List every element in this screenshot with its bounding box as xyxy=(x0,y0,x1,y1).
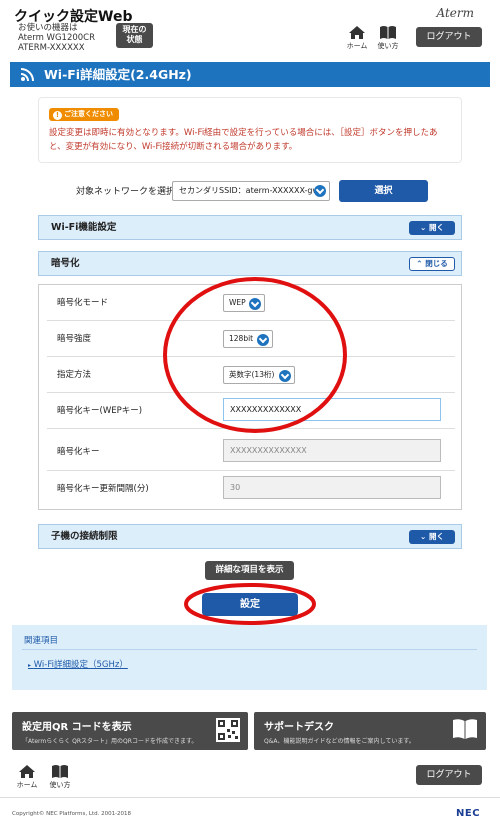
related-link-label: Wi-Fi詳細設定（5GHz） xyxy=(33,660,128,670)
support-desk-banner[interactable]: サポートデスク Q&A、機能説明ガイドなどの情報をご案内しています。 xyxy=(254,712,486,750)
encryption-mode-select[interactable]: WEP xyxy=(223,294,265,312)
encryption-key-input: XXXXXXXXXXXXXX xyxy=(223,439,441,462)
row-wep-key: 暗号化キー(WEPキー) XXXXXXXXXXXXX xyxy=(47,393,455,429)
home-nav[interactable]: ホーム xyxy=(342,25,372,51)
qr-code-subtitle: 「Atermらくらく QRスタート」用のQRコードを作成できます。 xyxy=(22,738,198,745)
section-encryption[interactable]: 暗号化 ⌃ 閉じる xyxy=(38,251,462,276)
page-title: Wi-Fi詳細設定(2.4GHz) xyxy=(44,67,192,82)
exclamation-icon: ! xyxy=(53,111,62,120)
home-icon xyxy=(19,765,35,778)
chevron-down-icon: ⌄ xyxy=(420,532,427,541)
chevron-down-icon: ⌄ xyxy=(420,223,427,232)
network-select-label: 対象ネットワークを選択 xyxy=(76,187,176,197)
section-wifi-function-title: Wi-Fi機能設定 xyxy=(51,222,117,233)
current-status-button[interactable]: 現在の 状態 xyxy=(116,23,153,48)
chevron-right-icon: ▸ xyxy=(28,662,32,669)
model-info: お使いの機器は Aterm WG1200CR ATERM-XXXXXX xyxy=(18,23,95,53)
key-format-label: 指定方法 xyxy=(57,370,92,380)
row-key-update-interval: 暗号化キー更新間隔(分) 30 xyxy=(47,471,455,507)
chevron-down-icon xyxy=(314,185,326,197)
caution-text: 設定変更は即時に有効となります。Wi-Fi経由で設定を行っている場合には、［設定… xyxy=(49,128,438,152)
key-update-interval-input: 30 xyxy=(223,476,441,499)
model-info-line3: ATERM-XXXXXX xyxy=(18,43,85,53)
network-select[interactable]: セカンダリSSID：aterm-XXXXXX-gw xyxy=(172,181,330,201)
row-encryption-strength: 暗号強度 128bit xyxy=(47,321,455,357)
key-update-interval-label: 暗号化キー更新間隔(分) xyxy=(57,484,149,494)
open-label: 開く xyxy=(428,532,444,541)
related-divider xyxy=(22,649,477,650)
key-format-select[interactable]: 英数字(13桁) xyxy=(223,366,295,384)
related-title: 関連項目 xyxy=(24,636,59,646)
book-icon xyxy=(52,765,68,778)
footer-manual-label: 使い方 xyxy=(49,781,71,789)
footer-manual-nav[interactable]: 使い方 xyxy=(45,764,75,790)
open-label: 開く xyxy=(428,223,444,232)
footer-home-nav[interactable]: ホーム xyxy=(12,764,42,790)
encryption-mode-value: WEP xyxy=(229,298,246,307)
chevron-up-icon: ⌃ xyxy=(416,259,423,268)
footer-logout-button[interactable]: ログアウト xyxy=(416,765,482,785)
section-client-limit-title: 子機の接続制限 xyxy=(51,531,118,542)
section-client-limit[interactable]: 子機の接続制限 ⌄ 開く xyxy=(38,524,462,549)
book-icon xyxy=(453,719,477,739)
current-status-line2: 状態 xyxy=(126,35,143,44)
aterm-logo: Aterm xyxy=(436,6,475,20)
section-wifi-function[interactable]: Wi-Fi機能設定 ⌄ 開く xyxy=(38,215,462,240)
submit-button[interactable]: 設定 xyxy=(202,593,298,616)
model-info-line1: お使いの機器は xyxy=(18,23,78,33)
book-icon xyxy=(380,26,396,39)
select-network-button[interactable]: 選択 xyxy=(339,180,428,202)
qr-code-icon xyxy=(216,718,240,742)
page-title-bar: Wi-Fi詳細設定(2.4GHz) xyxy=(10,62,490,87)
home-label: ホーム xyxy=(346,42,368,50)
current-status-line1: 現在の xyxy=(122,25,147,34)
footer-home-label: ホーム xyxy=(16,781,38,789)
network-select-value: セカンダリSSID：aterm-XXXXXX-gw xyxy=(179,186,320,195)
open-wifi-function-button[interactable]: ⌄ 開く xyxy=(409,221,455,235)
manual-label: 使い方 xyxy=(377,42,399,50)
close-label: 閉じる xyxy=(425,259,448,268)
wifi-icon xyxy=(20,68,34,82)
chevron-down-icon xyxy=(257,334,269,346)
encryption-settings-table: 暗号化モード WEP 暗号強度 128bit 指定方法 英数字(13桁) 暗号化… xyxy=(38,284,462,510)
row-key-format: 指定方法 英数字(13桁) xyxy=(47,357,455,393)
related-items: 関連項目 ▸ Wi-Fi詳細設定（5GHz） xyxy=(12,625,487,690)
row-encryption-key: 暗号化キー XXXXXXXXXXXXXX xyxy=(47,433,455,471)
copyright: Copyright© NEC Platforms, Ltd. 2001-2018 xyxy=(12,811,132,817)
wep-key-input[interactable]: XXXXXXXXXXXXX xyxy=(223,398,441,421)
encryption-strength-select[interactable]: 128bit xyxy=(223,330,273,348)
caution-box: ! ご注意ください 設定変更は即時に有効となります。Wi-Fi経由で設定を行ってい… xyxy=(38,97,462,163)
support-desk-subtitle: Q&A、機能説明ガイドなどの情報をご案内しています。 xyxy=(264,738,415,745)
row-encryption-mode: 暗号化モード WEP xyxy=(47,285,455,321)
model-info-line2: Aterm WG1200CR xyxy=(18,33,96,43)
qr-code-title: 設定用QR コードを表示 xyxy=(22,722,132,733)
manual-nav[interactable]: 使い方 xyxy=(373,25,403,51)
chevron-down-icon xyxy=(249,298,261,310)
header: クイック設定Web お使いの機器は Aterm WG1200CR ATERM-X… xyxy=(0,0,500,58)
home-icon xyxy=(349,26,365,39)
support-desk-title: サポートデスク xyxy=(264,722,334,733)
caution-badge-label: ご注意ください xyxy=(64,110,113,118)
related-link-wifi-5ghz[interactable]: ▸ Wi-Fi詳細設定（5GHz） xyxy=(28,658,128,670)
key-format-value: 英数字(13桁) xyxy=(229,370,275,379)
caution-badge: ! ご注意ください xyxy=(49,108,119,121)
chevron-down-icon xyxy=(279,370,291,382)
encryption-mode-label: 暗号化モード xyxy=(57,298,109,308)
encryption-key-label: 暗号化キー xyxy=(57,447,100,457)
qr-code-banner[interactable]: 設定用QR コードを表示 「Atermらくらく QRスタート」用のQRコードを作… xyxy=(12,712,248,750)
nec-logo: NEC xyxy=(456,808,481,819)
logout-button[interactable]: ログアウト xyxy=(416,27,482,47)
close-encryption-button[interactable]: ⌃ 閉じる xyxy=(409,257,455,271)
section-encryption-title: 暗号化 xyxy=(51,258,80,269)
encryption-strength-label: 暗号強度 xyxy=(57,334,92,344)
footer-divider xyxy=(0,797,500,798)
wep-key-label: 暗号化キー(WEPキー) xyxy=(57,406,143,416)
open-client-limit-button[interactable]: ⌄ 開く xyxy=(409,530,455,544)
encryption-strength-value: 128bit xyxy=(229,334,254,343)
show-details-button[interactable]: 詳細な項目を表示 xyxy=(205,561,294,580)
